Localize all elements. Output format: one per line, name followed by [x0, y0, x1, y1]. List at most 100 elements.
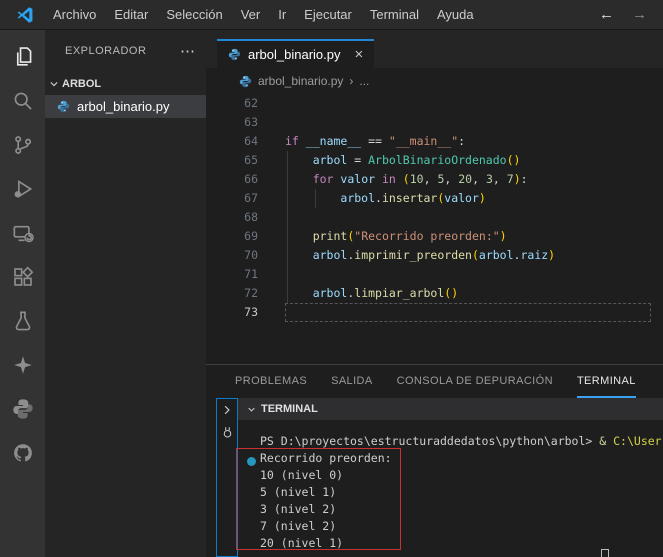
code-line[interactable]: 64if __name__ == "__main__": [206, 132, 663, 151]
line-number: 69 [206, 227, 258, 246]
code-line[interactable]: 67 arbol.insertar(valor) [206, 189, 663, 208]
code-text [258, 113, 285, 132]
menu-ayuda[interactable]: Ayuda [428, 0, 483, 30]
folder-label: ARBOL [62, 78, 101, 90]
terminal-line: 7 (nivel 2) [260, 518, 663, 535]
indent-guide [287, 208, 288, 227]
code-line[interactable]: 73 [206, 303, 663, 322]
folder-section-arbol[interactable]: ARBOL [45, 72, 206, 95]
menu-selección[interactable]: Selección [157, 0, 231, 30]
files-icon[interactable] [0, 35, 45, 79]
code-text: if __name__ == "__main__": [258, 132, 465, 151]
panel-tab-problemas[interactable]: PROBLEMAS [235, 365, 307, 398]
breadcrumb-file[interactable]: arbol_binario.py [258, 74, 343, 88]
chevron-right-icon[interactable] [221, 404, 233, 416]
menu-archivo[interactable]: Archivo [44, 0, 105, 30]
code-text [258, 303, 285, 322]
indent-guide [287, 284, 288, 303]
file-label: arbol_binario.py [77, 99, 170, 114]
breadcrumb-separator-icon: › [349, 74, 353, 88]
search-icon[interactable] [0, 79, 45, 123]
terminal-side-strip [216, 398, 238, 557]
nav-back-button[interactable]: ← [599, 6, 614, 23]
plug-icon[interactable] [221, 425, 234, 440]
code-line[interactable]: 68 [206, 208, 663, 227]
titlebar: ArchivoEditarSelecciónVerIrEjecutarTermi… [0, 0, 663, 30]
close-icon[interactable]: × [355, 47, 364, 62]
chevron-down-icon [247, 405, 256, 414]
line-number: 65 [206, 151, 258, 170]
testing-icon[interactable] [0, 299, 45, 343]
code-text [258, 94, 285, 113]
breadcrumb-more[interactable]: ... [359, 74, 369, 88]
editor-tab-bar: arbol_binario.py × [206, 30, 663, 68]
terminal-output[interactable]: PS D:\proyectos\estructuraddedatos\pytho… [238, 420, 663, 557]
extensions-icon[interactable] [0, 255, 45, 299]
code-text: arbol.limpiar_arbol() [258, 284, 458, 303]
vscode-window: ArchivoEditarSelecciónVerIrEjecutarTermi… [0, 0, 663, 557]
menu-ver[interactable]: Ver [232, 0, 270, 30]
editor-empty-area[interactable] [206, 322, 663, 364]
activity-bar [0, 30, 45, 557]
more-actions-icon[interactable]: ⋯ [180, 42, 196, 60]
code-line[interactable]: 62 [206, 94, 663, 113]
terminal-line: PS D:\proyectos\estructuraddedatos\pytho… [260, 433, 663, 450]
terminal-cursor [601, 549, 609, 557]
code-line[interactable]: 63 [206, 113, 663, 132]
bottom-panel: PROBLEMASSALIDACONSOLA DE DEPURACIÓNTERM… [206, 364, 663, 557]
indent-guide [287, 170, 288, 189]
line-number: 67 [206, 189, 258, 208]
line-number: 62 [206, 94, 258, 113]
code-line[interactable]: 71 [206, 265, 663, 284]
terminal-panel: TERMINAL PS D:\proyectos\estructuraddeda… [206, 398, 663, 557]
explorer-sidebar: EXPLORADOR ⋯ ARBOL arbol_binario.py [45, 30, 206, 557]
panel-tab-salida[interactable]: SALIDA [331, 365, 373, 398]
code-editor[interactable]: 626364if __name__ == "__main__":65 arbol… [206, 94, 663, 322]
remote-icon[interactable] [0, 211, 45, 255]
copilot-sparkle-icon[interactable] [0, 343, 45, 387]
code-line[interactable]: 69 print("Recorrido preorden:") [206, 227, 663, 246]
menu-terminal[interactable]: Terminal [361, 0, 428, 30]
tab-arbol-binario[interactable]: arbol_binario.py × [217, 39, 374, 68]
menu-editar[interactable]: Editar [105, 0, 157, 30]
line-number: 71 [206, 265, 258, 284]
panel-tab-bar: PROBLEMAS SALIDA CONSOLA DE DEPURACIÓN TERM… [206, 365, 663, 398]
line-number: 64 [206, 132, 258, 151]
line-number: 72 [206, 284, 258, 303]
python-file-icon [57, 100, 70, 113]
menu-ir[interactable]: Ir [269, 0, 295, 30]
terminal-line: 10 (nivel 0) [260, 467, 663, 484]
current-line-highlight [285, 303, 651, 322]
indent-guide [315, 189, 316, 208]
panel-tab-terminal[interactable]: TERMINAL [577, 365, 636, 398]
terminal-line: 5 (nivel 1) [260, 484, 663, 501]
indent-guide [287, 246, 288, 265]
run-debug-icon[interactable] [0, 167, 45, 211]
chevron-down-icon [49, 79, 59, 89]
panel-tab-consola-de-depuraci-n[interactable]: CONSOLA DE DEPURACIÓN [397, 365, 553, 398]
code-line[interactable]: 72 arbol.limpiar_arbol() [206, 284, 663, 303]
file-item-arbol-binario[interactable]: arbol_binario.py [45, 95, 206, 118]
vscode-logo-icon [16, 6, 34, 24]
explorer-title: EXPLORADOR [65, 45, 146, 57]
code-text [258, 265, 285, 284]
code-line[interactable]: 66 for valor in (10, 5, 20, 3, 7): [206, 170, 663, 189]
indent-guide [287, 189, 288, 208]
indent-guide [287, 265, 288, 284]
annotation-blue-dot [247, 457, 256, 466]
code-text: arbol = ArbolBinarioOrdenado() [258, 151, 520, 170]
terminal-section-header[interactable]: TERMINAL [238, 398, 663, 420]
menu-ejecutar[interactable]: Ejecutar [295, 0, 361, 30]
code-line[interactable]: 65 arbol = ArbolBinarioOrdenado() [206, 151, 663, 170]
tab-label: arbol_binario.py [248, 47, 341, 62]
code-text [258, 208, 285, 227]
github-icon[interactable] [0, 431, 45, 475]
code-text: print("Recorrido preorden:") [258, 227, 507, 246]
source-control-icon[interactable] [0, 123, 45, 167]
code-line[interactable]: 70 arbol.imprimir_preorden(arbol.raiz) [206, 246, 663, 265]
nav-forward-button[interactable]: → [632, 6, 647, 23]
code-text: arbol.insertar(valor) [258, 189, 486, 208]
terminal-line: Recorrido preorden: [260, 450, 663, 467]
line-number: 66 [206, 170, 258, 189]
python-icon[interactable] [0, 387, 45, 431]
